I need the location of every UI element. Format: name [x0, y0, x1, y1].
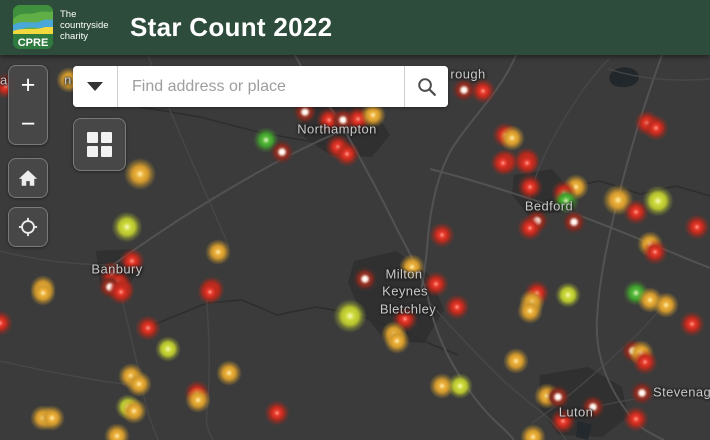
map-place-label: a	[0, 72, 8, 88]
basemap-grid-icon	[87, 132, 112, 157]
basemap-gallery-button[interactable]	[73, 118, 126, 171]
home-icon	[18, 170, 38, 186]
zoom-out-button[interactable]: −	[9, 105, 47, 144]
zoom-in-button[interactable]: +	[9, 66, 47, 105]
chevron-down-icon	[87, 82, 103, 91]
search-widget	[73, 66, 448, 107]
map-place-label: Milton	[385, 266, 423, 282]
map-place-label: Bedford	[524, 198, 574, 214]
logo-tagline: The countryside charity	[60, 9, 109, 42]
search-source-dropdown[interactable]	[73, 66, 117, 107]
home-button[interactable]	[8, 158, 48, 198]
map-place-label: Northampton	[297, 121, 377, 137]
map-place-label: n	[64, 72, 72, 88]
search-button[interactable]	[405, 66, 448, 107]
page-title: Star Count 2022	[130, 12, 333, 42]
map-place-label: Banbury	[91, 261, 143, 277]
locate-icon	[18, 217, 38, 237]
map-place-label: Bletchley	[379, 301, 437, 317]
map-place-label: Stevenage	[653, 384, 710, 400]
locate-button[interactable]	[8, 207, 48, 247]
map-labels-layer: Northampton Bedford Milton Keynes Bletchley B…	[0, 55, 710, 440]
zoom-widget: + −	[8, 65, 48, 145]
cpre-logo-graphic: CPRE	[13, 5, 53, 49]
search-input[interactable]	[118, 66, 404, 107]
map-place-label: rough	[450, 66, 486, 82]
map-canvas[interactable]: Northampton Bedford Milton Keynes Bletchley B…	[0, 55, 710, 440]
map-place-label: Keynes	[382, 283, 428, 299]
star-count-app: Northampton Bedford Milton Keynes Bletchley B…	[0, 0, 710, 440]
app-header: CPRE The countryside charity Star Count …	[0, 0, 710, 55]
cpre-logo: CPRE	[13, 5, 53, 49]
search-icon	[417, 77, 436, 96]
map-place-label: Luton	[558, 404, 594, 420]
svg-text:CPRE: CPRE	[18, 37, 49, 49]
